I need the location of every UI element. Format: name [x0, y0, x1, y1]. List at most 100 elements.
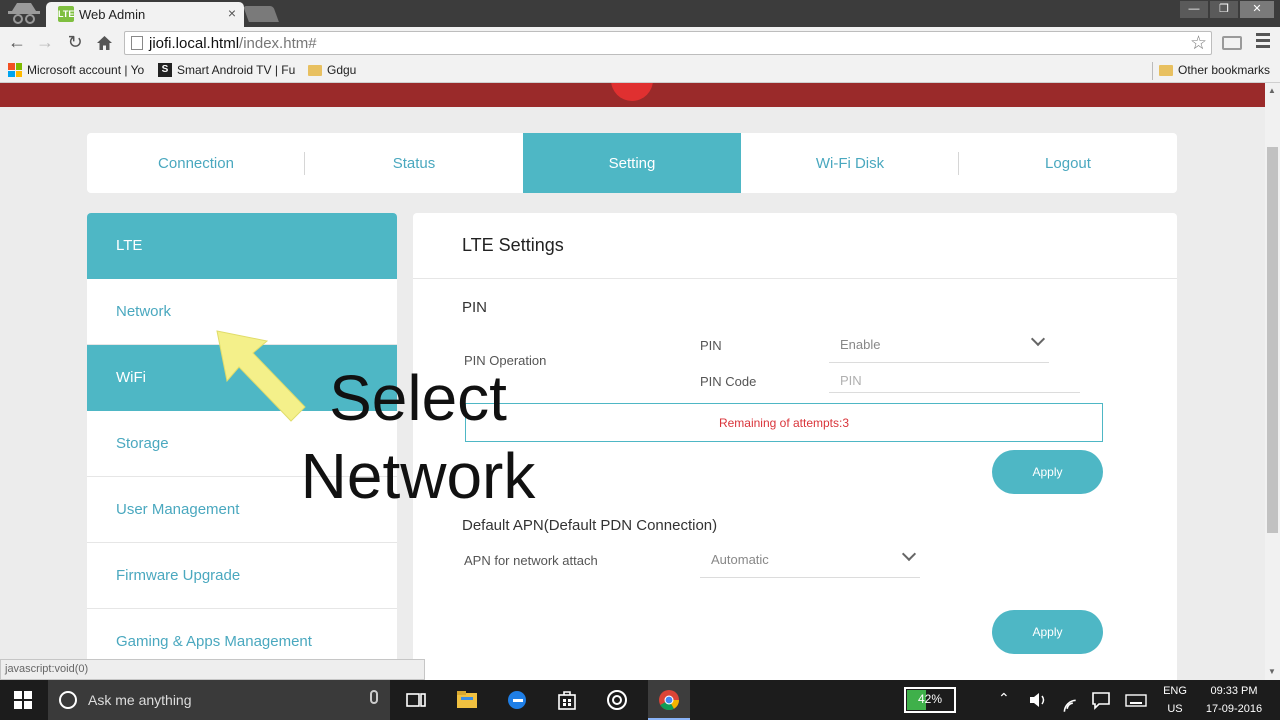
page-title: LTE Settings	[413, 213, 1177, 279]
tab-label: Connection	[158, 154, 234, 172]
microsoft-logo-icon	[8, 63, 22, 77]
tab-label: Status	[392, 154, 436, 172]
scroll-up-icon[interactable]: ▲	[1268, 86, 1276, 95]
forward-arrow-icon[interactable]: →	[34, 32, 56, 53]
url-text: jiofi.local.html/index.htm#	[149, 35, 317, 52]
bookmark-gdgu[interactable]: Gdgu	[308, 63, 356, 77]
tab-label: Wi-Fi Disk	[815, 154, 885, 172]
region-indicator[interactable]: US	[1162, 703, 1188, 715]
browser-tab[interactable]: LTE Web Admin ×	[46, 2, 244, 27]
groove-music-icon[interactable]	[605, 688, 629, 712]
bookmark-smart-tv[interactable]: S Smart Android TV | Fu	[158, 63, 295, 77]
tab-status[interactable]: Status	[305, 133, 523, 193]
bookmark-label: Gdgu	[327, 63, 357, 77]
new-tab-button[interactable]	[243, 6, 279, 22]
tab-connection[interactable]: Connection	[87, 133, 305, 193]
url-host: jiofi.local.html	[149, 35, 240, 52]
close-window-button[interactable]: ✕	[1240, 1, 1274, 18]
edge-icon[interactable]	[505, 688, 529, 712]
tray-expand-icon[interactable]: ⌃	[998, 690, 1010, 707]
cortana-icon	[59, 691, 77, 709]
clock-date[interactable]: 17-09-2016	[1198, 703, 1270, 715]
other-bookmarks-label: Other bookmarks	[1178, 63, 1271, 77]
cast-icon[interactable]	[1222, 36, 1242, 50]
other-bookmarks[interactable]: Other bookmarks	[1159, 63, 1270, 77]
battery-percent: 42%	[917, 692, 943, 706]
microphone-icon[interactable]	[370, 690, 378, 704]
file-explorer-icon[interactable]	[455, 688, 479, 712]
incognito-icon	[8, 3, 40, 24]
pin-section-title: PIN	[462, 299, 488, 316]
chrome-icon	[659, 690, 680, 711]
keyboard-icon[interactable]	[1124, 688, 1148, 712]
tab-title: Web Admin	[79, 7, 146, 22]
scroll-thumb[interactable]	[1267, 147, 1278, 533]
tab-wifi-disk[interactable]: Wi-Fi Disk	[741, 133, 959, 193]
pin-code-input[interactable]: PIN	[829, 373, 1080, 393]
folder-icon	[308, 64, 322, 76]
tab-logout[interactable]: Logout	[959, 133, 1177, 193]
search-placeholder: Ask me anything	[88, 692, 192, 708]
pin-code-label: PIN Code	[700, 374, 757, 389]
tab-setting[interactable]: Setting	[523, 133, 741, 193]
remaining-attempts-message: Remaining of attempts:3	[465, 403, 1103, 442]
clock-time[interactable]: 09:33 PM	[1198, 685, 1270, 697]
reload-icon[interactable]: ↻	[64, 32, 86, 53]
lte-favicon-icon: LTE	[58, 6, 74, 22]
wifi-icon[interactable]	[1058, 688, 1082, 712]
url-path: /index.htm#	[239, 35, 317, 52]
pin-select-value: Enable	[840, 337, 881, 352]
apn-apply-button[interactable]: Apply	[992, 610, 1103, 654]
window-controls: — ❐ ✕	[1180, 1, 1274, 18]
battery-indicator[interactable]: 42%	[904, 687, 956, 713]
task-view-icon[interactable]	[404, 688, 428, 712]
bookmark-separator	[1152, 62, 1153, 80]
pin-label: PIN	[700, 338, 722, 353]
pin-select[interactable]: Enable	[829, 331, 1049, 363]
overlay-line-2: Network	[300, 440, 536, 512]
tab-close-icon[interactable]: ×	[228, 5, 236, 21]
apn-label: APN for network attach	[464, 553, 598, 568]
apn-select-value: Automatic	[711, 552, 769, 567]
tab-label: Setting	[608, 154, 656, 172]
link-status-bar: javascript:void(0)	[0, 659, 425, 680]
overlay-line-1: Select	[329, 362, 507, 434]
chevron-down-icon	[901, 546, 917, 562]
language-indicator[interactable]: ENG	[1162, 685, 1188, 697]
apn-section-title: Default APN(Default PDN Connection)	[462, 517, 718, 534]
action-center-icon[interactable]	[1089, 688, 1113, 712]
windows-taskbar: Ask me anything 42% ⌃ ENG US 09:33 PM 17…	[0, 680, 1280, 720]
folder-icon	[1159, 64, 1173, 76]
apn-select[interactable]: Automatic	[700, 546, 920, 578]
browser-titlebar: LTE Web Admin × — ❐ ✕	[0, 0, 1280, 27]
page-viewport: Connection Status Setting Wi-Fi Disk Log…	[0, 83, 1265, 680]
browser-toolbar: ← → ↻ jiofi.local.html/index.htm# ☆	[0, 27, 1280, 59]
sidebar-item-firmware-upgrade[interactable]: Firmware Upgrade	[87, 543, 397, 609]
minimize-button[interactable]: —	[1180, 1, 1208, 18]
bookmarks-bar: Microsoft account | Yo S Smart Android T…	[0, 59, 1280, 83]
chrome-menu-icon[interactable]	[1256, 33, 1270, 51]
tab-label: Logout	[1045, 154, 1091, 172]
volume-icon[interactable]	[1026, 688, 1050, 712]
pin-apply-button[interactable]: Apply	[992, 450, 1103, 494]
s-logo-icon: S	[158, 63, 172, 77]
start-icon[interactable]	[14, 691, 32, 709]
bookmark-label: Smart Android TV | Fu	[177, 63, 296, 77]
overlay-caption: Select Network	[288, 359, 548, 515]
restore-button[interactable]: ❐	[1210, 1, 1238, 18]
store-icon[interactable]	[555, 688, 579, 712]
scroll-down-icon[interactable]: ▼	[1268, 667, 1276, 676]
home-icon[interactable]	[96, 35, 113, 51]
address-bar[interactable]: jiofi.local.html/index.htm# ☆	[124, 31, 1212, 55]
bookmark-star-icon[interactable]: ☆	[1190, 32, 1207, 55]
sidebar-item-lte[interactable]: LTE	[87, 213, 397, 279]
back-arrow-icon[interactable]: ←	[6, 32, 28, 53]
page-scrollbar[interactable]: ▲ ▼	[1265, 83, 1280, 680]
cortana-search[interactable]: Ask me anything	[48, 680, 390, 720]
chevron-down-icon	[1030, 331, 1046, 347]
main-nav: Connection Status Setting Wi-Fi Disk Log…	[87, 133, 1177, 193]
chrome-taskbar-button[interactable]	[648, 680, 690, 720]
page-icon	[131, 36, 143, 50]
bookmark-label: Microsoft account | Yo	[27, 63, 145, 77]
bookmark-microsoft[interactable]: Microsoft account | Yo	[8, 63, 144, 77]
